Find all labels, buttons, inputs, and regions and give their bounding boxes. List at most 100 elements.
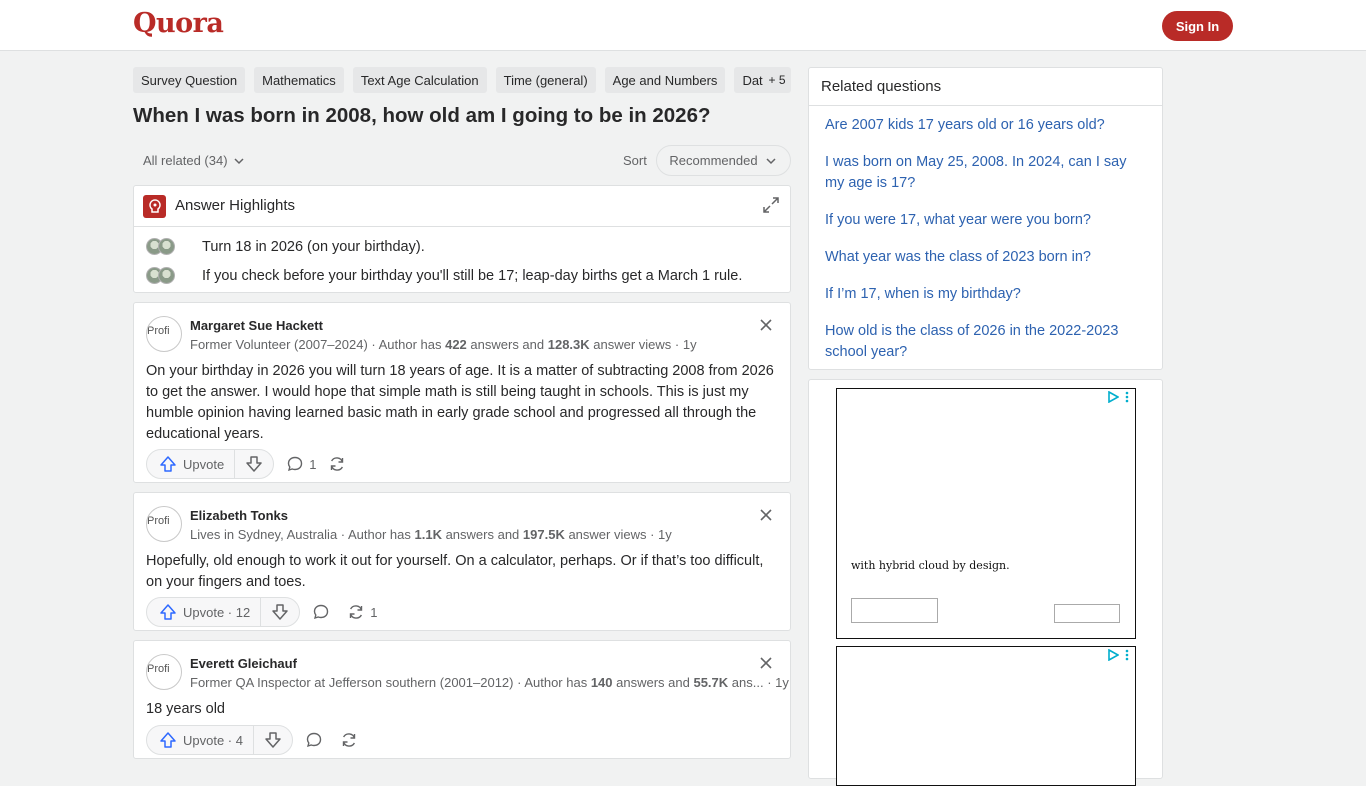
comment-button[interactable] bbox=[312, 598, 335, 626]
topic-chip[interactable]: Age and Numbers bbox=[604, 67, 726, 93]
author-name[interactable]: Elizabeth Tonks bbox=[190, 508, 288, 523]
cred-text: Lives in Sydney, Australia · Author has bbox=[190, 527, 415, 542]
cred-text: ans... bbox=[728, 675, 764, 690]
expand-icon[interactable] bbox=[762, 196, 780, 214]
avatar[interactable]: Profi bbox=[146, 654, 182, 690]
share-button[interactable] bbox=[340, 726, 363, 754]
highlights-bulb-icon bbox=[143, 195, 166, 218]
vote-group: Upvote · 4 bbox=[146, 725, 293, 755]
comment-button[interactable] bbox=[305, 726, 328, 754]
ad-banner[interactable] bbox=[836, 646, 1136, 786]
answer-card: Profi Everett Gleichauf Former QA Inspec… bbox=[133, 640, 791, 759]
upvote-button[interactable]: Upvote · 4 bbox=[147, 726, 254, 754]
ad-choices[interactable] bbox=[1107, 391, 1129, 403]
highlight-text: Turn 18 in 2026 (on your birthday). bbox=[202, 239, 425, 255]
share-icon bbox=[331, 457, 344, 471]
downvote-button[interactable] bbox=[254, 726, 292, 754]
related-question-link[interactable]: I was born on May 25, 2008. In 2024, can… bbox=[825, 152, 1145, 194]
related-question-link[interactable]: If I’m 17, when is my birthday? bbox=[825, 284, 1145, 305]
upvote-icon bbox=[160, 732, 176, 748]
highlights-header: Answer Highlights bbox=[134, 186, 790, 227]
sort-value: Recommended bbox=[669, 153, 758, 168]
more-topics-button[interactable]: + 5 bbox=[763, 67, 791, 93]
ad-image[interactable] bbox=[851, 598, 938, 623]
all-related-label: All related (34) bbox=[143, 153, 228, 168]
comment-count: 1 bbox=[309, 456, 317, 472]
answers-count: 140 bbox=[590, 675, 613, 690]
related-question-link[interactable]: Are 2007 kids 17 years old or 16 years o… bbox=[825, 115, 1145, 136]
downvote-icon bbox=[265, 732, 281, 748]
upvote-label: Upvote · 12 bbox=[183, 604, 251, 620]
topic-list: Survey Question Mathematics Text Age Cal… bbox=[133, 67, 791, 93]
close-icon[interactable] bbox=[758, 655, 774, 671]
comment-button[interactable]: 1 bbox=[286, 450, 316, 478]
related-question-link[interactable]: How old is the class of 2026 in the 2022… bbox=[825, 321, 1145, 363]
author-credentials: Former Volunteer (2007–2024) · Author ha… bbox=[190, 337, 697, 352]
sort-label: Sort bbox=[623, 153, 647, 168]
author-name[interactable]: Margaret Sue Hackett bbox=[190, 318, 323, 333]
close-icon[interactable] bbox=[758, 317, 774, 333]
highlight-text: If you check before your birthday you'll… bbox=[202, 268, 743, 284]
topic-chip[interactable]: Time (general) bbox=[495, 67, 596, 93]
avatar bbox=[158, 267, 175, 284]
comment-icon bbox=[288, 456, 303, 472]
downvote-icon bbox=[272, 604, 288, 620]
author-name[interactable]: Everett Gleichauf bbox=[190, 656, 297, 671]
related-questions-title: Related questions bbox=[809, 68, 1162, 106]
cred-text: answers and bbox=[466, 337, 548, 352]
sign-in-button[interactable]: Sign In bbox=[1162, 11, 1233, 41]
ad-choices-icon bbox=[1108, 391, 1119, 403]
upvote-button[interactable]: Upvote · 12 bbox=[147, 598, 262, 626]
answer-card: Profi Margaret Sue Hackett Former Volunt… bbox=[133, 302, 791, 483]
question-title: When I was born in 2008, how old am I go… bbox=[133, 104, 711, 127]
sort-dropdown[interactable]: Recommended bbox=[656, 145, 791, 176]
answer-actions: Upvote 1 bbox=[146, 448, 351, 480]
answer-actions: Upvote · 12 1 bbox=[146, 596, 377, 628]
answer-highlights-card: Answer Highlights Turn 18 in 2026 (on yo… bbox=[133, 185, 791, 293]
related-question-link[interactable]: What year was the class of 2023 born in? bbox=[825, 247, 1145, 268]
views-count: 55.7K bbox=[693, 675, 729, 690]
cred-text: Former QA Inspector at Jefferson souther… bbox=[190, 675, 591, 690]
views-count: 197.5K bbox=[522, 527, 565, 542]
upvote-button[interactable]: Upvote bbox=[147, 450, 236, 478]
answer-card: Profi Elizabeth Tonks Lives in Sydney, A… bbox=[133, 492, 791, 631]
downvote-button[interactable] bbox=[235, 450, 273, 478]
avatar[interactable]: Profi bbox=[146, 506, 182, 542]
topic-chip[interactable]: Mathematics bbox=[254, 67, 344, 93]
upvote-label: Upvote bbox=[183, 456, 225, 472]
highlight-avatars bbox=[146, 266, 202, 286]
comment-icon bbox=[314, 604, 329, 620]
comment-icon bbox=[306, 732, 322, 748]
avatar[interactable]: Profi bbox=[146, 316, 182, 352]
topic-chip[interactable]: Survey Question bbox=[133, 67, 246, 93]
ad-choices[interactable] bbox=[1107, 649, 1129, 661]
share-button[interactable] bbox=[328, 450, 351, 478]
topic-chip[interactable]: Text Age Calculation bbox=[352, 67, 487, 93]
quora-logo[interactable]: Quora bbox=[133, 8, 224, 39]
chevron-down-icon bbox=[234, 157, 244, 164]
upvote-icon bbox=[160, 604, 176, 620]
close-icon[interactable] bbox=[758, 507, 774, 523]
answer-body: 18 years old bbox=[146, 701, 225, 717]
related-question-link[interactable]: If you were 17, what year were you born? bbox=[825, 210, 1145, 231]
ad-text: with hybrid cloud by design. bbox=[851, 559, 1010, 572]
ad-banner[interactable]: with hybrid cloud by design. bbox=[836, 388, 1136, 639]
answer-filters: All related (34) Sort Recommended bbox=[133, 145, 791, 177]
answers-count: 1.1K bbox=[414, 527, 442, 542]
upvote-label: Upvote · 4 bbox=[183, 732, 243, 748]
upvote-icon bbox=[160, 456, 176, 472]
top-bar: Quora Sign In bbox=[0, 0, 1366, 51]
all-related-dropdown[interactable]: All related (34) bbox=[143, 153, 246, 168]
ad-image[interactable] bbox=[1054, 604, 1120, 623]
downvote-icon bbox=[246, 456, 262, 472]
ad-choices-icon bbox=[1108, 649, 1119, 661]
share-button[interactable]: 1 bbox=[347, 598, 377, 626]
vote-group: Upvote · 12 bbox=[146, 597, 301, 627]
share-count: 1 bbox=[370, 604, 378, 620]
highlights-title: Answer Highlights bbox=[175, 197, 296, 214]
views-count: 128.3K bbox=[547, 337, 590, 352]
cred-text: answer views · 1y bbox=[564, 527, 672, 542]
chevron-down-icon bbox=[766, 157, 776, 164]
answer-body: Hopefully, old enough to work it out for… bbox=[146, 553, 764, 590]
downvote-button[interactable] bbox=[261, 598, 299, 626]
